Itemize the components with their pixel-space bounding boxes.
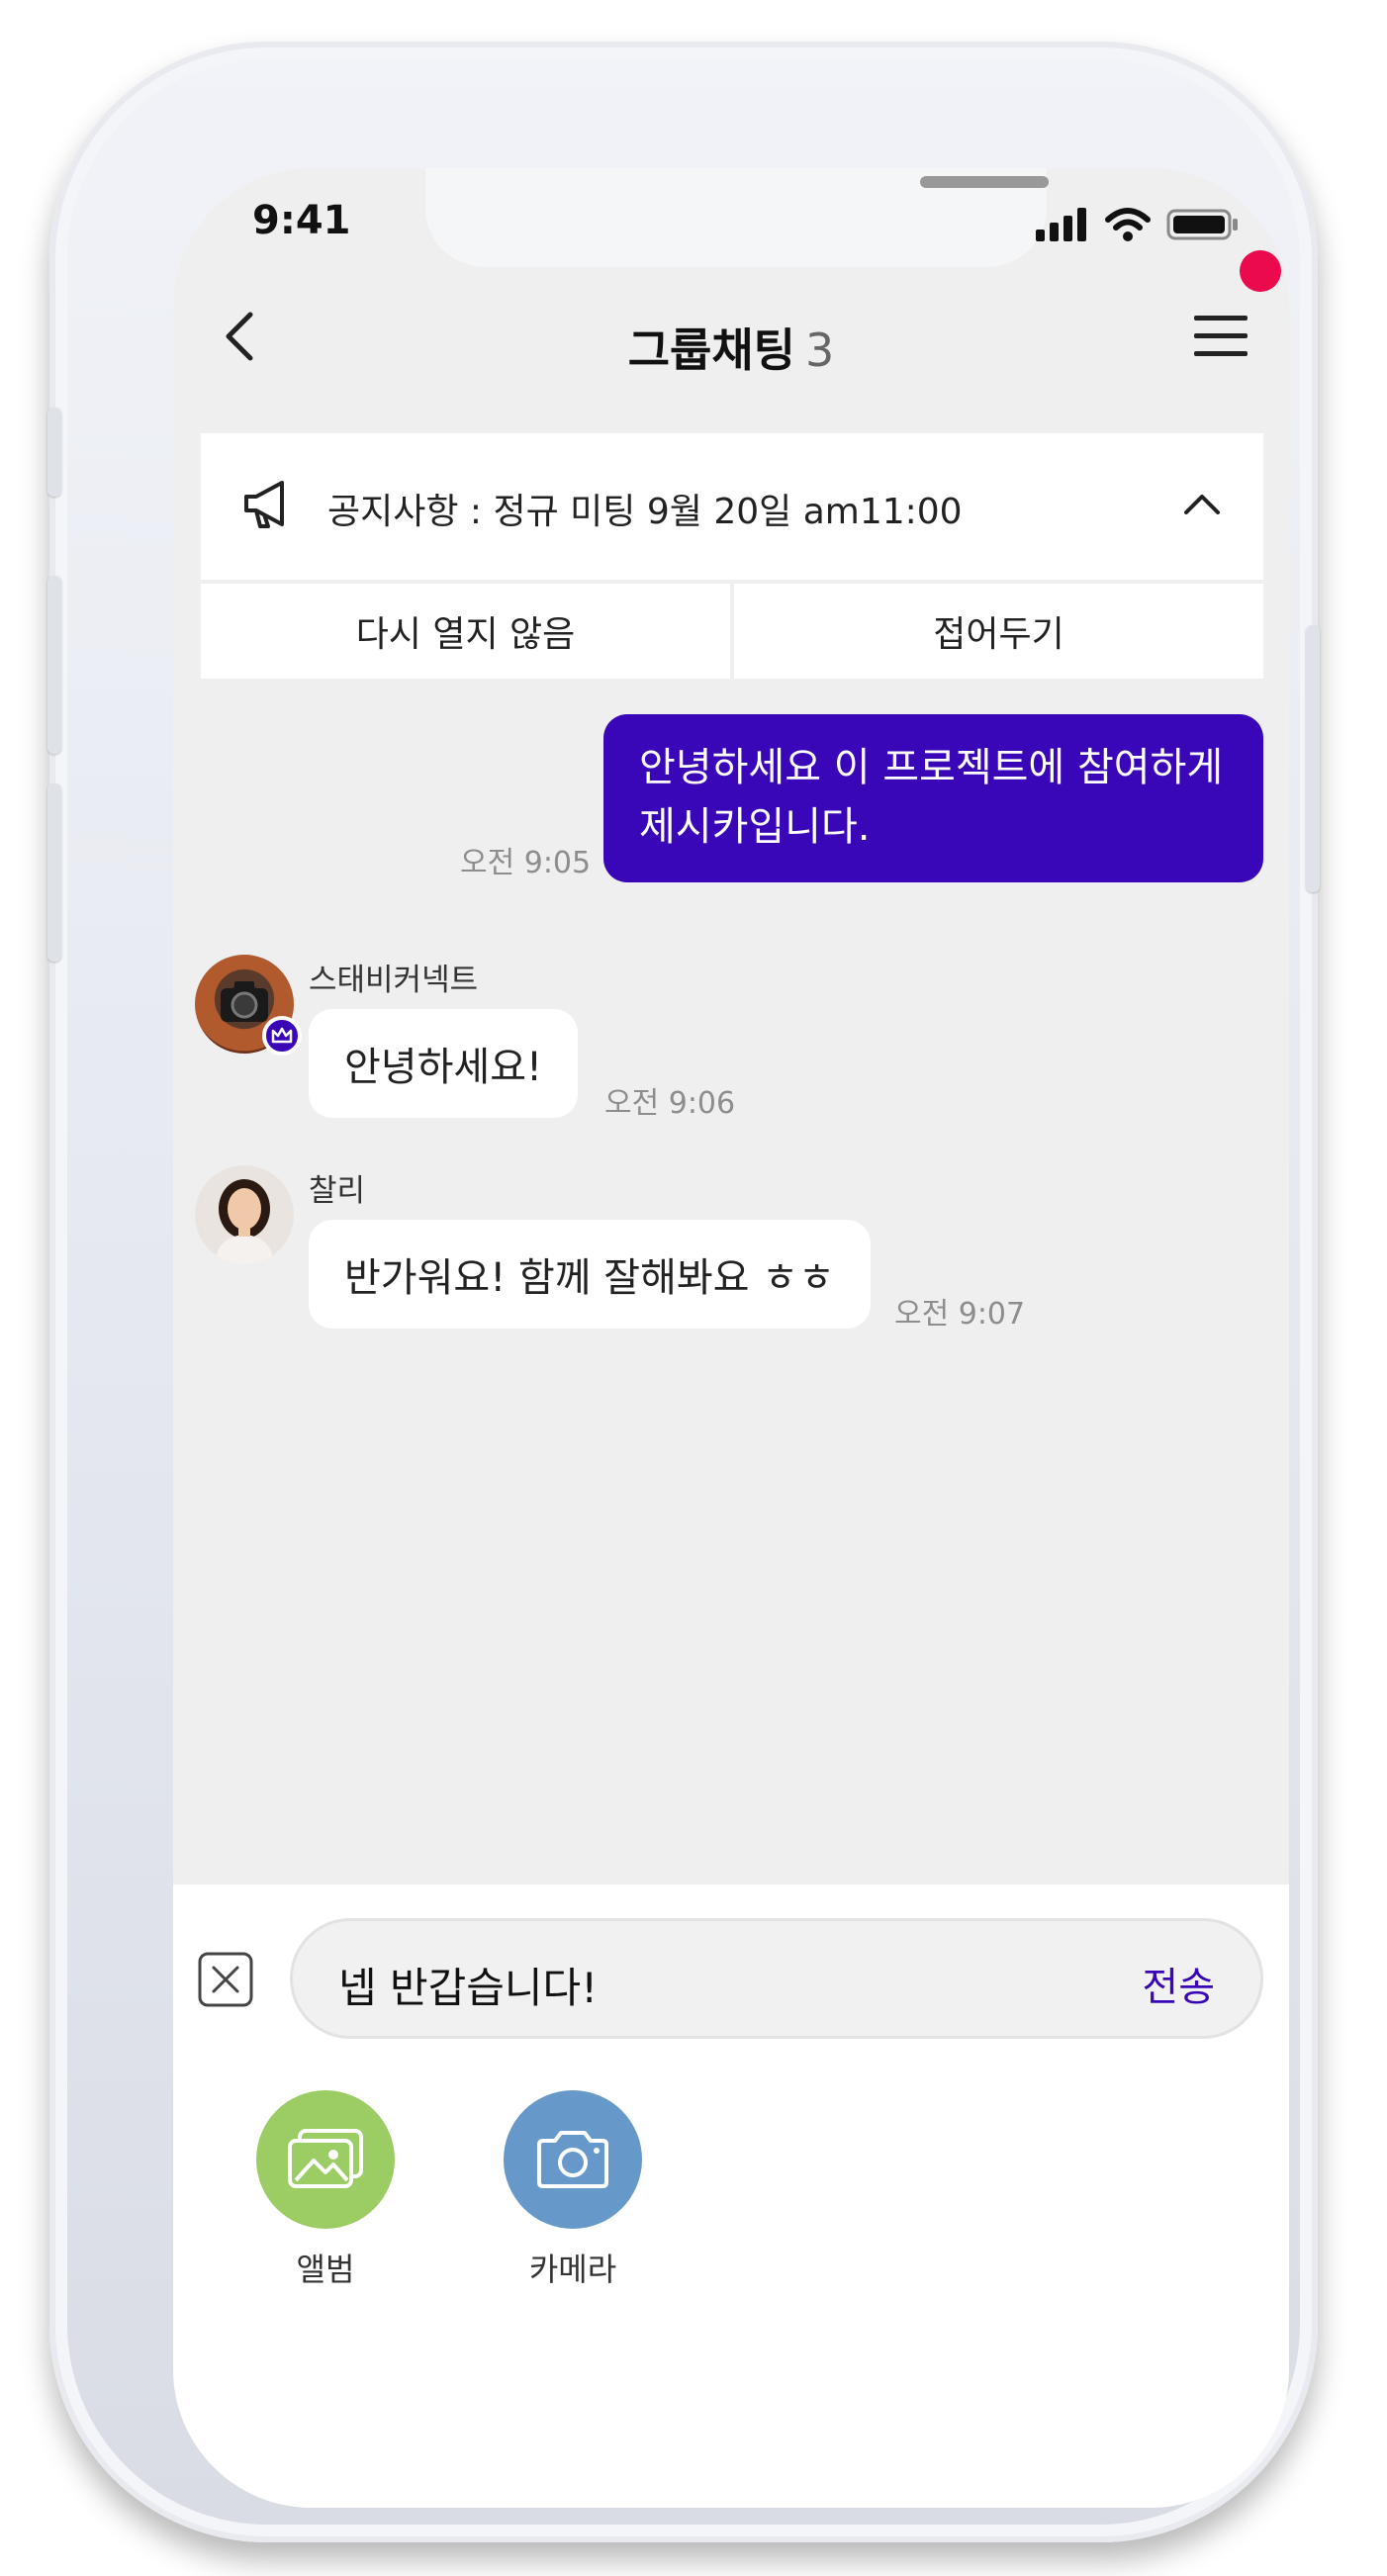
incoming-message-bubble[interactable]: 안녕하세요! — [309, 1009, 579, 1118]
notice-actions: 다시 열지 않음 접어두기 — [201, 584, 1263, 679]
crown-icon — [262, 1016, 302, 1056]
message-input-text: 넵 반갑습니다! — [338, 1964, 599, 2012]
screen: 9:41 그룹채팅 3 공지사항: 정규 미팅 9월 20일 am11:00 … — [173, 168, 1289, 2508]
incoming-message-bubble[interactable]: 반가워요! 함께 잘해봐요 ㅎㅎ — [309, 1220, 871, 1329]
power-button — [1306, 625, 1320, 892]
send-button[interactable]: 전송 — [1142, 1955, 1215, 2012]
sender-name: 찰리 — [309, 1173, 366, 1209]
message-text-line: 제시카입니다. — [639, 804, 871, 850]
composer-panel: 넵 반갑습니다! 전송 앨범 카메라 — [173, 1885, 1289, 2508]
battery-icon — [1166, 209, 1238, 240]
chat-header: 그룹채팅 3 — [173, 277, 1289, 396]
message-time: 오전 9:05 — [460, 846, 592, 880]
message-time: 오전 9:07 — [894, 1297, 1026, 1332]
gallery-icon — [256, 2090, 395, 2229]
woman-portrait-avatar — [215, 1179, 274, 1264]
dont-show-again-button[interactable]: 다시 열지 않음 — [201, 584, 730, 679]
page-title: 그룹채팅 3 — [173, 315, 1289, 380]
volume-up-button — [47, 576, 61, 754]
avatar[interactable] — [195, 1165, 294, 1264]
status-time: 9:41 — [252, 198, 351, 243]
camera-label: 카메라 — [528, 2251, 617, 2288]
camera-attach[interactable]: 카메라 — [504, 2090, 642, 2290]
signal-icon — [1036, 208, 1086, 241]
member-count: 3 — [805, 323, 835, 377]
camera-icon — [504, 2090, 642, 2229]
hamburger-menu-icon[interactable] — [1192, 312, 1249, 361]
notice-banner[interactable]: 공지사항 : 정규 미팅 9월 20일 am11:00 — [201, 433, 1263, 580]
speaker-grille — [920, 176, 1049, 188]
album-attach[interactable]: 앨범 — [256, 2090, 395, 2290]
sender-name: 스태비커넥트 — [309, 963, 479, 998]
notification-dot — [1240, 250, 1281, 292]
album-label: 앨범 — [296, 2251, 355, 2288]
wifi-icon — [1105, 208, 1151, 241]
message-time: 오전 9:06 — [604, 1086, 736, 1121]
message-input[interactable]: 넵 반갑습니다! 전송 — [290, 1918, 1263, 2039]
status-icons — [1036, 208, 1240, 241]
megaphone-icon — [244, 481, 284, 528]
message-text: 반가워요! 함께 잘해봐요 ㅎㅎ — [344, 1255, 835, 1301]
volume-down-button — [47, 783, 61, 962]
notice-text: 공지사항 : 정규 미팅 9월 20일 am11:00 — [327, 492, 963, 532]
message-text: 안녕하세요! — [344, 1045, 543, 1090]
outgoing-message-bubble[interactable]: 안녕하세요 이 프로젝트에 참여하게 제시카입니다. — [603, 714, 1263, 882]
mute-switch — [47, 408, 61, 497]
message-text-line: 안녕하세요 이 프로젝트에 참여하게 — [639, 745, 1224, 790]
notch — [425, 168, 1049, 267]
close-box-icon[interactable] — [197, 1951, 254, 2008]
chevron-up-icon[interactable] — [1180, 483, 1224, 526]
collapse-button[interactable]: 접어두기 — [734, 584, 1263, 679]
chat-title: 그룹채팅 — [627, 323, 795, 377]
phone-frame: 9:41 그룹채팅 3 공지사항: 정규 미팅 9월 20일 am11:00 … — [47, 42, 1320, 2542]
